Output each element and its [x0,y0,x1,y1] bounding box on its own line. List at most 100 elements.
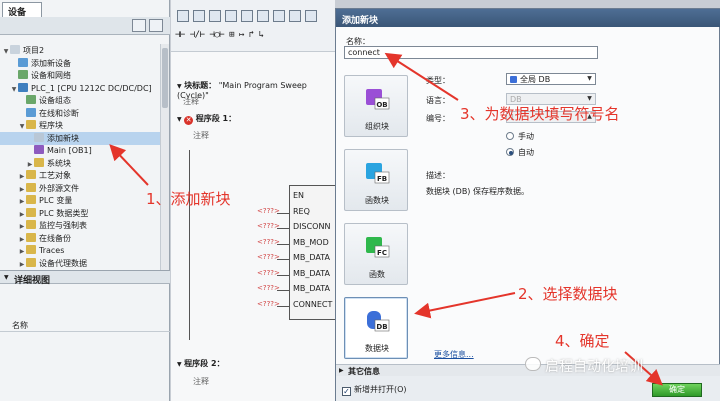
detail-view-title: 详细视图 [14,276,51,286]
radio-circle-checked [506,148,514,156]
block-type-ob-button[interactable]: OB 组织块 [344,75,408,137]
radio-circle [506,132,514,140]
tree-item[interactable]: 添加新设备 [0,57,160,70]
block-type-fb-button[interactable]: FB 函数块 [344,149,408,211]
tree-node-icon [26,120,36,129]
toolbar-icon-3[interactable] [209,10,221,22]
tree-node-icon [26,195,36,204]
tree-item[interactable]: ▶ PLC 数据类型 [0,207,160,220]
tree-item[interactable]: ▶ 在线备份 [0,232,160,245]
tree-item[interactable]: ▶ Traces [0,244,160,257]
ladder-instruction-bar[interactable]: ⊣⊢ ⊣/⊢ ⊣○⊢ ⊞ ↦ ↱ ↳ [175,30,264,40]
network-1-header[interactable]: ▼ ✕ 程序段 1： [177,113,341,125]
tree-item[interactable]: ▼ 项目2 [0,44,160,57]
block-type-fc-button[interactable]: FC 函数 [344,223,408,285]
tree-node-icon [26,207,36,217]
tree-scrollbar[interactable] [160,44,169,270]
type-select-value: 全局 DB [520,75,551,84]
error-icon: ✕ [184,116,194,125]
tree-item[interactable]: ▶ 监控与强制表 [0,219,160,232]
view-list-icon[interactable] [132,19,146,32]
fb-pin-wire [277,212,289,214]
tree-item-label: PLC 变量 [39,196,73,205]
toolbar-icon-1[interactable] [177,10,189,22]
tree-item[interactable]: 设备和网络 [0,69,160,82]
radio-auto[interactable]: 自动 [506,147,534,158]
project-tree: ▼ 项目2 添加新设备 设备和网络 ▼ PLC_1 [CPU 1212C DC/DC/DC… [0,44,160,270]
tree-item[interactable]: ▼ 程序块 [0,119,160,132]
tree-item-label: 系统块 [47,158,71,168]
tree-item[interactable]: 添加新块 [0,131,160,145]
tree-item[interactable]: ▼ PLC_1 [CPU 1212C DC/DC/DC] [0,82,160,95]
collapse-arrow-icon: ▼ [4,274,9,281]
more-info-link[interactable]: 更多信息... [434,349,474,360]
network-2-comment[interactable]: 注释 [193,376,357,387]
tree-item-label: 添加新块 [47,133,79,143]
tree-item-label: 设备代理数据 [39,258,87,268]
tree-item[interactable]: Main [OB1] [0,144,160,157]
radio-manual[interactable]: 手动 [506,131,534,142]
annotation-step1: 1、添加新块 [146,190,231,208]
tree-item-label: 在线和诊断 [39,108,79,118]
tree-item[interactable]: ▶ 设备代理数据 [0,257,160,270]
toolbar-icon-4[interactable] [225,10,237,22]
network-2-header[interactable]: ▼ 程序段 2： [177,358,341,369]
description-text: 数据块 (DB) 保存程序数据。 [426,187,529,196]
network-1-comment[interactable]: 注释 [193,130,357,141]
dialog-title: 添加新块 [336,9,720,27]
toolbar-icon-9[interactable] [305,10,317,22]
toolbar-icon-2[interactable] [193,10,205,22]
toolbar-icon-6[interactable] [257,10,269,22]
tree-item-label: PLC_1 [CPU 1212C DC/DC/DC] [31,83,152,93]
block-comment[interactable]: 注释 [183,96,347,107]
project-tree-header [0,17,170,35]
block-type-label: 组织块 [365,122,389,131]
tree-node-icon [10,45,20,54]
expand-arrow-icon[interactable]: ▶ [18,258,26,271]
view-grid-icon[interactable] [149,19,163,32]
tree-node-icon [26,257,36,267]
editor-toolbar: ⊣⊢ ⊣/⊢ ⊣○⊢ ⊞ ↦ ↱ ↳ [171,0,335,52]
type-select[interactable]: 全局 DB ▼ [506,73,596,85]
tree-item-label: 程序块 [39,121,63,130]
detail-view-header[interactable]: ▼ 详细视图 [0,270,170,286]
tree-node-icon [18,82,28,92]
block-type-code: DB [376,323,387,331]
tree-item[interactable]: 设备组态 [0,94,160,107]
annotation-step4: 4、确定 [555,332,610,350]
tree-item[interactable]: ▶ 工艺对象 [0,169,160,182]
tree-item-label: 在线备份 [39,233,71,243]
toolbar-icon-7[interactable] [273,10,285,22]
tree-item-label: 工艺对象 [39,171,71,180]
number-label: 编号： [426,114,450,123]
block-name-input[interactable] [344,46,598,59]
detail-view-column: 名称 [0,318,170,332]
project-tree-panel: 设备 ▼ 项目2 添加新设备 设备和网络 ▼ PLC_1 [CPU 1212C DC/DC… [0,0,170,401]
tree-node-icon [26,170,36,179]
tree-item[interactable]: ▶ 外部源文件 [0,182,160,195]
fb-pin-label: DISCONN [293,222,331,231]
block-type-code: OB [376,101,387,109]
tree-item[interactable]: 在线和诊断 [0,107,160,120]
tree-node-icon [26,245,36,254]
tree-item[interactable]: ▶ PLC 变量 [0,194,160,207]
toolbar-icon-8[interactable] [289,10,301,22]
block-type-code: FB [377,175,387,183]
fb-pin-wire [277,243,289,245]
annotation-step2: 2、选择数据块 [518,285,618,303]
tree-node-icon [34,132,44,142]
tree-node-icon [18,70,28,79]
tree-item-label: 监控与强制表 [39,221,87,230]
add-and-open-checkbox[interactable]: ✓ 新增并打开(O) [342,384,407,396]
wechat-icon [525,357,541,371]
fb-pin-label: MB_DATA [293,268,330,278]
fc-block-icon: FC [366,237,390,258]
tree-item-label: 外部源文件 [39,183,79,193]
tree-node-icon [18,57,28,67]
toolbar-icon-5[interactable] [241,10,253,22]
fb-pin-label: MB_DATA [293,253,330,262]
tree-item[interactable]: ▶ 系统块 [0,157,160,170]
block-type-db-button[interactable]: DB 数据块 [344,297,408,359]
devices-tab[interactable]: 设备 [2,2,42,18]
ok-button[interactable]: 确定 [652,383,702,397]
